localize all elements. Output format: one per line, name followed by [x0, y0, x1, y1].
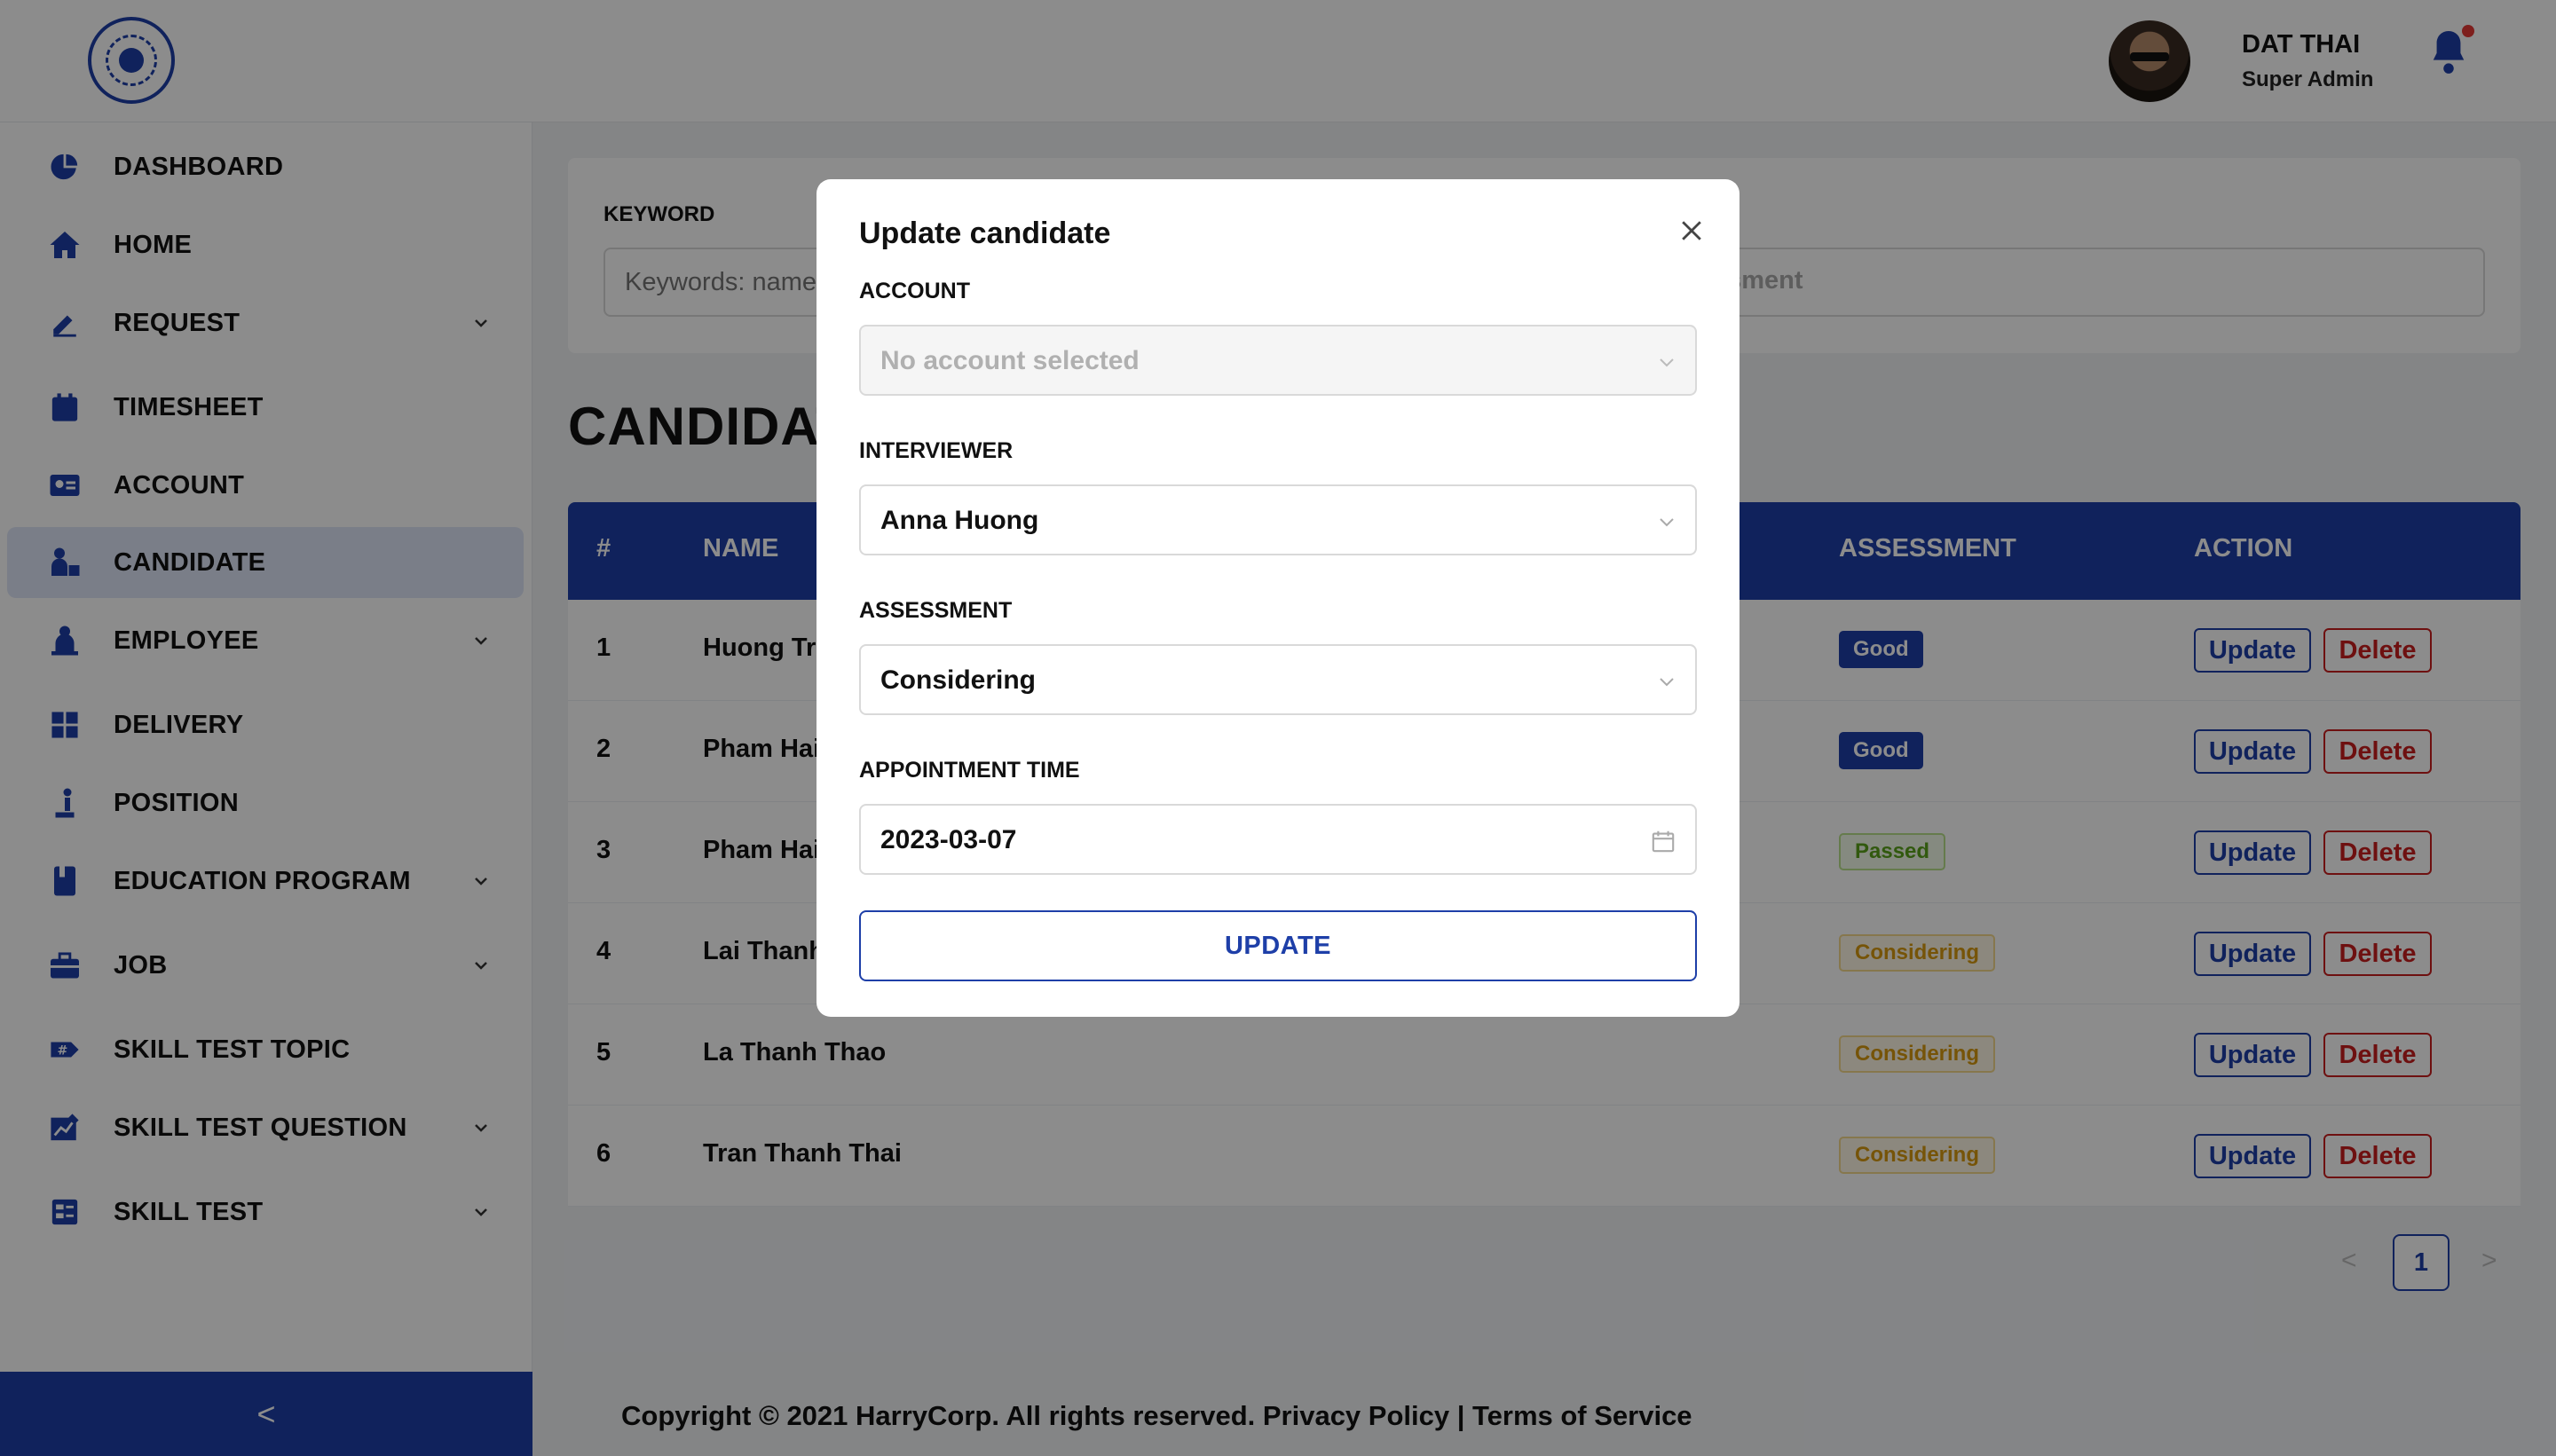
account-select-value: No account selected [880, 346, 1140, 375]
assessment-select-value: Considering [880, 665, 1037, 695]
chevron-down-icon [1660, 358, 1674, 367]
appointment-time-label: APPOINTMENT TIME [859, 758, 1080, 783]
account-label: ACCOUNT [859, 279, 970, 303]
update-submit-button[interactable]: UPDATE [859, 910, 1697, 981]
calendar-icon [1652, 830, 1675, 853]
account-select[interactable]: No account selected [859, 325, 1697, 396]
modal-title: Update candidate [859, 216, 1111, 250]
chevron-down-icon [1660, 518, 1674, 527]
appointment-date-value: 2023-03-07 [880, 825, 1017, 854]
interviewer-label: INTERVIEWER [859, 438, 1014, 463]
interviewer-select-value: Anna Huong [880, 506, 1039, 535]
assessment-label: ASSESSMENT [859, 598, 1013, 623]
appointment-date-picker[interactable]: 2023-03-07 [859, 804, 1697, 875]
assessment-select[interactable]: Considering [859, 644, 1697, 715]
interviewer-select[interactable]: Anna Huong [859, 484, 1697, 555]
update-candidate-modal: Update candidate ACCOUNT No account sele… [816, 179, 1740, 1017]
close-icon[interactable] [1674, 213, 1709, 248]
chevron-down-icon [1660, 678, 1674, 687]
